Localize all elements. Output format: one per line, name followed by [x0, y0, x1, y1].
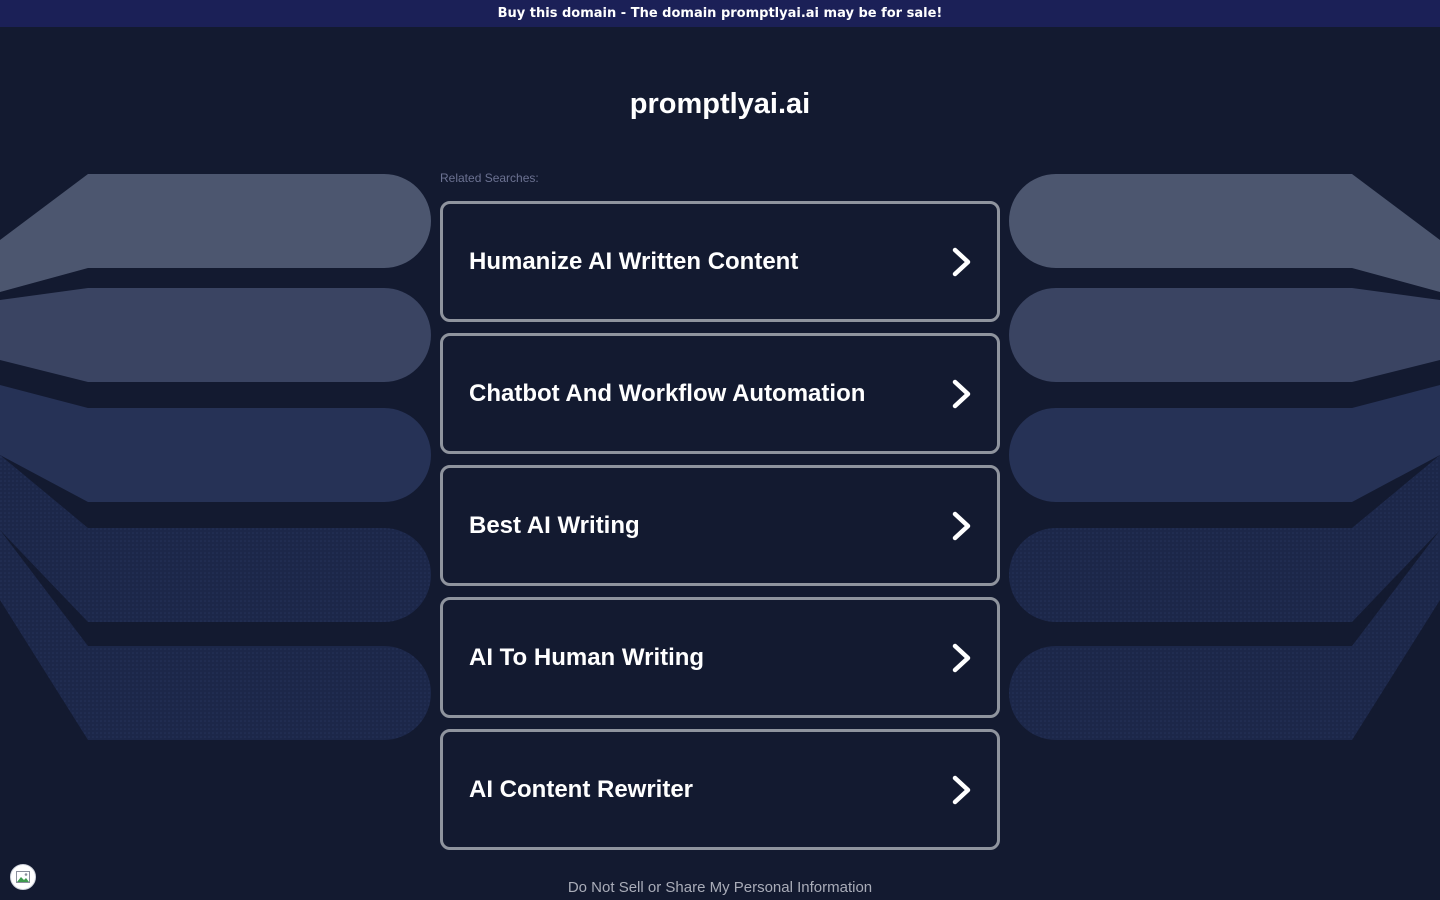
- related-search-label: Humanize AI Written Content: [469, 247, 799, 275]
- domain-sale-banner[interactable]: Buy this domain - The domain promptlyai.…: [0, 0, 1440, 27]
- chevron-right-icon: [952, 247, 971, 276]
- privacy-link[interactable]: Do Not Sell or Share My Personal Informa…: [0, 879, 1440, 897]
- chevron-right-icon: [952, 379, 971, 408]
- chevron-right-icon: [952, 775, 971, 804]
- related-search-label: Best AI Writing: [469, 511, 640, 539]
- related-searches-list: Humanize AI Written Content Chatbot And …: [440, 201, 1000, 861]
- related-search-link[interactable]: Humanize AI Written Content: [440, 201, 1000, 322]
- related-search-label: AI To Human Writing: [469, 643, 705, 671]
- related-search-link[interactable]: AI To Human Writing: [440, 597, 1000, 718]
- site-title: promptlyai.ai: [629, 88, 811, 120]
- related-search-label: Chatbot And Workflow Automation: [469, 379, 866, 407]
- chevron-right-icon: [952, 643, 971, 672]
- related-search-label: AI Content Rewriter: [469, 775, 694, 803]
- related-search-link[interactable]: AI Content Rewriter: [440, 729, 1000, 850]
- chevron-right-icon: [952, 511, 971, 540]
- related-search-link[interactable]: Best AI Writing: [440, 465, 1000, 586]
- related-searches-label: Related Searches:: [440, 171, 539, 185]
- related-search-link[interactable]: Chatbot And Workflow Automation: [440, 333, 1000, 454]
